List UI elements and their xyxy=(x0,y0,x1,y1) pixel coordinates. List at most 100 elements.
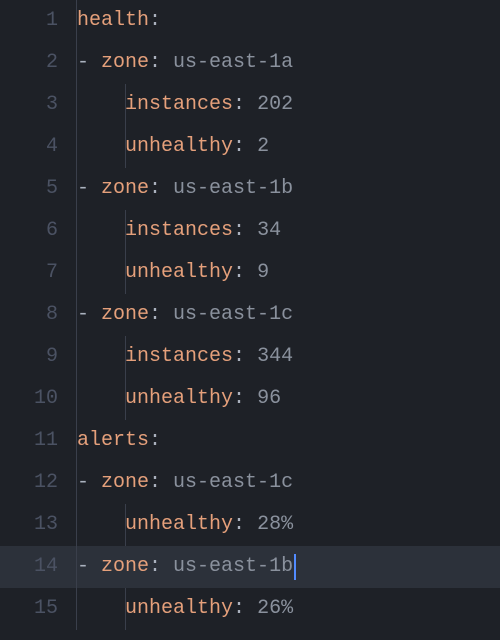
code-content[interactable]: health: xyxy=(77,0,161,42)
code-line[interactable]: 14- zone: us-east-1b xyxy=(0,546,500,588)
yaml-colon: : xyxy=(233,126,257,168)
yaml-key: alerts xyxy=(77,420,149,462)
line-number: 6 xyxy=(0,210,76,252)
yaml-colon: : xyxy=(149,294,173,336)
code-line[interactable]: 4 unhealthy: 2 xyxy=(0,126,500,168)
indent-guide xyxy=(125,126,126,168)
yaml-colon: : xyxy=(233,504,257,546)
line-number: 2 xyxy=(0,42,76,84)
code-content[interactable]: unhealthy: 9 xyxy=(77,252,269,294)
indent-guide xyxy=(125,252,126,294)
line-number: 5 xyxy=(0,168,76,210)
line-number: 14 xyxy=(0,546,76,588)
yaml-value: 344 xyxy=(257,336,293,378)
yaml-key: instances xyxy=(125,84,233,126)
yaml-value: 2 xyxy=(257,126,269,168)
yaml-colon: : xyxy=(233,84,257,126)
code-content[interactable]: instances: 202 xyxy=(77,84,293,126)
code-line[interactable]: 15 unhealthy: 26% xyxy=(0,588,500,630)
code-content[interactable]: unhealthy: 26% xyxy=(77,588,293,630)
yaml-colon: : xyxy=(149,168,173,210)
yaml-value: 96 xyxy=(257,378,281,420)
yaml-colon: : xyxy=(149,0,161,42)
code-line[interactable]: 10 unhealthy: 96 xyxy=(0,378,500,420)
code-editor[interactable]: 1health:2- zone: us-east-1a3 instances: … xyxy=(0,0,500,640)
yaml-colon: : xyxy=(149,42,173,84)
yaml-value: 202 xyxy=(257,84,293,126)
indent-guide xyxy=(125,210,126,252)
yaml-colon: : xyxy=(149,546,173,588)
code-content[interactable]: - zone: us-east-1c xyxy=(77,294,293,336)
indent xyxy=(77,210,125,252)
yaml-key: health xyxy=(77,0,149,42)
yaml-key: zone xyxy=(101,294,149,336)
line-number: 8 xyxy=(0,294,76,336)
code-content[interactable]: - zone: us-east-1c xyxy=(77,462,293,504)
text-cursor xyxy=(294,554,296,580)
code-content[interactable]: - zone: us-east-1b xyxy=(77,546,296,588)
code-content[interactable]: - zone: us-east-1a xyxy=(77,42,293,84)
line-number: 7 xyxy=(0,252,76,294)
yaml-colon: : xyxy=(149,462,173,504)
yaml-value: 34 xyxy=(257,210,281,252)
indent xyxy=(77,588,125,630)
code-line[interactable]: 5- zone: us-east-1b xyxy=(0,168,500,210)
indent-guide xyxy=(125,378,126,420)
code-line[interactable]: 8- zone: us-east-1c xyxy=(0,294,500,336)
code-line[interactable]: 3 instances: 202 xyxy=(0,84,500,126)
indent xyxy=(77,126,125,168)
yaml-key: zone xyxy=(101,462,149,504)
yaml-value: us-east-1b xyxy=(173,546,293,588)
yaml-value: 9 xyxy=(257,252,269,294)
yaml-dash: - xyxy=(77,546,101,588)
yaml-key: zone xyxy=(101,42,149,84)
code-content[interactable]: instances: 34 xyxy=(77,210,281,252)
yaml-key: instances xyxy=(125,210,233,252)
indent xyxy=(77,504,125,546)
yaml-colon: : xyxy=(233,336,257,378)
line-number: 9 xyxy=(0,336,76,378)
yaml-key: zone xyxy=(101,546,149,588)
yaml-dash: - xyxy=(77,294,101,336)
yaml-key: zone xyxy=(101,168,149,210)
yaml-key: unhealthy xyxy=(125,588,233,630)
indent xyxy=(77,378,125,420)
yaml-value: us-east-1b xyxy=(173,168,293,210)
code-content[interactable]: alerts: xyxy=(77,420,161,462)
code-content[interactable]: - zone: us-east-1b xyxy=(77,168,293,210)
code-content[interactable]: unhealthy: 2 xyxy=(77,126,269,168)
yaml-value: 26% xyxy=(257,588,293,630)
line-number: 1 xyxy=(0,0,76,42)
line-number: 4 xyxy=(0,126,76,168)
line-number: 13 xyxy=(0,504,76,546)
indent xyxy=(77,336,125,378)
code-line[interactable]: 11alerts: xyxy=(0,420,500,462)
indent-guide xyxy=(125,84,126,126)
code-line[interactable]: 13 unhealthy: 28% xyxy=(0,504,500,546)
yaml-key: unhealthy xyxy=(125,252,233,294)
code-line[interactable]: 9 instances: 344 xyxy=(0,336,500,378)
code-content[interactable]: unhealthy: 28% xyxy=(77,504,293,546)
indent-guide xyxy=(125,504,126,546)
yaml-colon: : xyxy=(149,420,161,462)
yaml-value: us-east-1c xyxy=(173,462,293,504)
code-line[interactable]: 7 unhealthy: 9 xyxy=(0,252,500,294)
indent-guide xyxy=(125,588,126,630)
yaml-dash: - xyxy=(77,462,101,504)
code-line[interactable]: 6 instances: 34 xyxy=(0,210,500,252)
yaml-dash: - xyxy=(77,168,101,210)
indent xyxy=(77,252,125,294)
yaml-key: unhealthy xyxy=(125,126,233,168)
yaml-colon: : xyxy=(233,588,257,630)
code-line[interactable]: 2- zone: us-east-1a xyxy=(0,42,500,84)
code-content[interactable]: instances: 344 xyxy=(77,336,293,378)
yaml-value: us-east-1a xyxy=(173,42,293,84)
yaml-key: unhealthy xyxy=(125,504,233,546)
line-number: 11 xyxy=(0,420,76,462)
code-content[interactable]: unhealthy: 96 xyxy=(77,378,281,420)
code-line[interactable]: 12- zone: us-east-1c xyxy=(0,462,500,504)
indent xyxy=(77,84,125,126)
line-number: 3 xyxy=(0,84,76,126)
yaml-key: instances xyxy=(125,336,233,378)
code-line[interactable]: 1health: xyxy=(0,0,500,42)
